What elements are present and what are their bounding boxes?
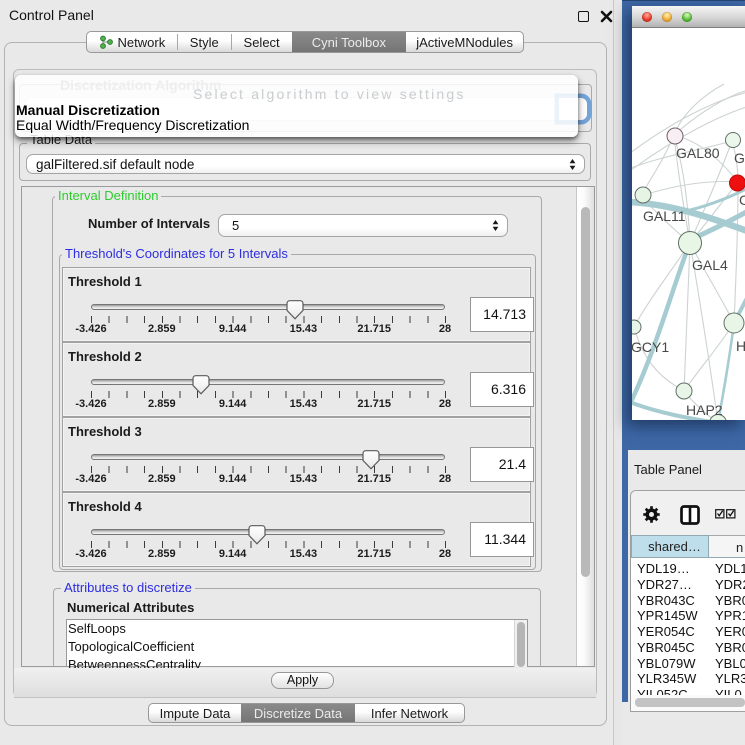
svg-text:GA: GA [734,150,745,166]
svg-text:GAL4: GAL4 [692,257,728,273]
svg-text:GCY1: GCY1 [632,339,669,355]
svg-text:C: C [739,192,745,208]
svg-text:HA: HA [736,338,745,354]
svg-text:HAP2: HAP2 [686,402,723,418]
svg-text:GAL80: GAL80 [676,145,720,161]
svg-text:GAL11: GAL11 [643,208,686,224]
